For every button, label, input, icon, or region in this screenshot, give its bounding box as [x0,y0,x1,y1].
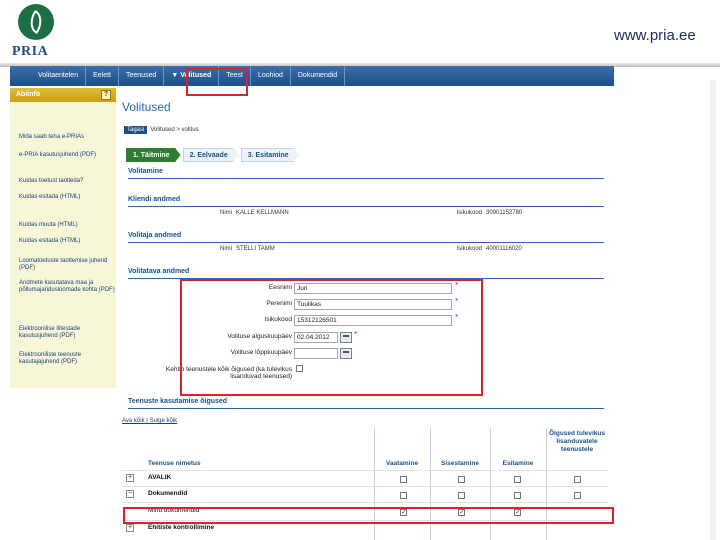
help-panel-title: Abiinfo [16,91,41,98]
table-header-rule [122,470,608,471]
help-toggle-button[interactable]: ? [101,90,111,100]
expand-toggle-icon[interactable]: + [126,524,134,532]
client-name-label: Nimi [220,210,232,216]
service-name: AVALIK [148,474,172,481]
highlight-row-minu-dokumendid [123,507,614,524]
service-name: Dokumendid [148,490,188,497]
help-link[interactable]: Andmete kasutatava maa ja põllumajandusl… [19,280,115,294]
expand-all-link[interactable]: Ava kõik [122,418,145,424]
enter-checkbox[interactable] [458,476,465,483]
authorizer-name-label: Nimi [220,246,232,252]
column-header-enter: Sisestamine [441,460,479,467]
wizard-steps: 1. Täitmine 2. Eelvaade 3. Esitamine [126,148,302,162]
logo-text: PRIA [12,44,49,59]
collapse-all-link[interactable]: Sulge kõik [149,418,177,424]
nav-item-eelett[interactable]: Eelett [86,66,119,86]
column-header-view: Vaatamine [385,460,419,467]
nav-item-teenused[interactable]: Teenused [119,66,165,86]
authorizer-name-value: STELLI TAMM [236,246,275,252]
row-divider [122,486,608,487]
help-link[interactable]: Kuidas esitada (HTML) [19,238,115,245]
site-url: www.pria.ee [614,27,696,44]
breadcrumb-path: Volitused > volitus [150,127,199,133]
highlight-authorized-fields [180,279,483,396]
help-panel-header: Abiinfo ? [10,88,116,102]
future-checkbox[interactable] [574,476,581,483]
help-link[interactable]: Elektrooniliste teenuste kasutajajuhend … [19,352,115,366]
client-code-value: 30901152780 [486,210,523,216]
column-header-service: Teenuse nimetus [148,460,201,467]
expand-links: Ava kõik | Sulge kõik [122,418,177,424]
section-volitamine: Volitamine [128,168,163,175]
back-button[interactable]: Tagasi [124,126,148,134]
step-esitamine[interactable]: 3. Esitamine [240,148,300,162]
section-kliendi-andmed: Kliendi andmed [128,196,181,203]
help-link[interactable]: Mida saab teha e-PRIAs [19,134,115,141]
future-checkbox[interactable] [574,492,581,499]
nav-item-loohiod[interactable]: Loohiod [251,66,291,86]
help-link[interactable]: e-PRIA kasutusjuhend (PDF) [19,152,115,159]
main-nav: Volitaeritelen Eelett Teenused ▼ Volitus… [10,66,614,86]
help-link[interactable]: Loomatoetuste taotlemise juhend (PDF) [19,258,115,272]
column-header-submit: Esitamine [502,460,534,467]
breadcrumb: Tagasi Volitused > volitus [124,126,199,134]
page-title: Volitused [122,100,171,114]
client-name-value: KALLE KELLMANN [236,210,289,216]
help-link[interactable]: Kuidas toetust taotleda? [19,178,115,185]
authorizer-code-label: Isikukood [456,246,482,252]
expand-toggle-icon[interactable]: + [126,474,134,482]
enter-checkbox[interactable] [458,492,465,499]
section-rights: Teenuste kasutamise õigused [128,398,228,405]
client-code-label: Isikukood [456,210,482,216]
section-volitatava-andmed: Volitatava andmed [128,268,190,275]
help-link[interactable]: Kuidas esitada (HTML) [19,194,115,201]
nav-item-volitaeritelen[interactable]: Volitaeritelen [10,66,87,86]
submit-checkbox[interactable] [514,492,521,499]
nav-item-dokumendid[interactable]: Dokumendid [291,66,346,86]
section-divider [128,242,604,243]
section-volitaja-andmed: Volitaja andmed [128,232,182,239]
dropdown-arrow-icon: ▼ [171,72,181,79]
pria-logo: PRIA [8,4,66,60]
step-eelvaade[interactable]: 2. Eelvaade [182,148,239,162]
authorizer-code-value: 40001116020 [486,246,522,252]
step-taitmine[interactable]: 1. Täitmine [126,148,181,162]
section-divider [128,408,604,409]
scrollbar[interactable] [710,80,716,540]
section-divider [128,206,604,207]
service-name: Ehitiste kontrollimine [148,524,215,531]
section-divider [128,178,604,179]
column-header-future: Õigused tulevikus lisanduvatele teenuste… [549,430,605,453]
help-link[interactable]: Kuidas muuta (HTML) [19,222,115,229]
view-checkbox[interactable] [400,492,407,499]
highlight-nav-volitused [186,68,248,96]
view-checkbox[interactable] [400,476,407,483]
help-panel: Abiinfo ? Mida saab teha e-PRIAs e-PRIA … [10,88,116,388]
row-divider [122,502,608,503]
collapse-toggle-icon[interactable]: − [126,490,134,498]
help-link[interactable]: Elektroonilise liitestade kasutusjuhend … [19,326,115,340]
submit-checkbox[interactable] [514,476,521,483]
